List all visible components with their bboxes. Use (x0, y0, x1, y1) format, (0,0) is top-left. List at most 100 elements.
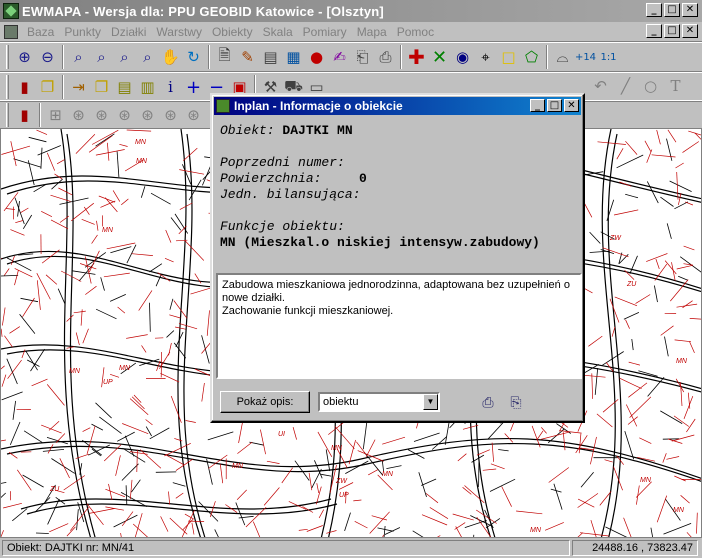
edit-icon[interactable]: ✍ (328, 46, 351, 69)
menu-dzialki[interactable]: Działki (106, 25, 151, 39)
menu-baza[interactable]: Baza (22, 25, 59, 39)
map-line (50, 219, 69, 230)
toolbar-grip[interactable] (6, 103, 9, 127)
maximize-button[interactable]: □ (664, 3, 680, 17)
map-line (344, 512, 351, 532)
map-line (266, 460, 280, 464)
print-preview-icon[interactable]: 🗎 (213, 46, 236, 69)
zoom-out-icon[interactable]: ⊖ (36, 46, 59, 69)
copy-icon[interactable]: ❐ (36, 76, 59, 99)
object-value: DAJTKI MN (282, 123, 353, 138)
colors-icon[interactable]: ● (305, 46, 328, 69)
functions-label: Funkcje obiektu: (220, 219, 345, 234)
description-textbox[interactable]: Zabudowa mieszkaniowa jednorodzinna, ada… (216, 273, 582, 379)
stamp-icon[interactable]: ⎗ (351, 46, 374, 69)
pan-hand-icon[interactable]: ✋ (159, 46, 182, 69)
description-line: Zachowanie funkcji mieszkaniowej. (222, 305, 394, 317)
add-point-icon[interactable]: ✚ (405, 45, 428, 69)
dialog-titlebar[interactable]: Inplan - Informacje o obiekcie _ □ ✕ (214, 97, 581, 115)
text-icon[interactable]: T (664, 75, 687, 98)
map-line (660, 325, 674, 336)
menu-skala[interactable]: Skala (258, 25, 298, 39)
export-icon[interactable]: ⇥ (67, 76, 90, 99)
map-line (3, 502, 22, 509)
image-icon[interactable]: ▦ (282, 46, 305, 69)
map-line (583, 201, 593, 218)
description-scope-select[interactable]: obiektu ▼ (318, 392, 440, 412)
map-line (95, 308, 117, 320)
draw-tool-3-icon: ⊛ (95, 106, 108, 124)
info-icon[interactable]: i (159, 76, 182, 99)
measure-icon[interactable]: ⌓ (551, 46, 574, 69)
map-line (183, 133, 206, 537)
zoom-magnify-icon[interactable]: ⌕ (136, 46, 159, 69)
menu-mapa[interactable]: Mapa (352, 25, 392, 39)
map-line (45, 274, 58, 285)
map-line (308, 472, 313, 491)
dialog-controls: Pokaż opis: obiektu ▼ ⎙ ⎘ (216, 385, 582, 419)
map-line (487, 420, 505, 440)
map-line (91, 234, 98, 244)
menu-warstwy[interactable]: Warstwy (151, 25, 207, 39)
line-icon[interactable]: ╱ (614, 75, 637, 98)
zoom-in-icon[interactable]: ⊕ (13, 46, 36, 69)
zoom-previous-icon[interactable]: ⌕ (90, 46, 113, 69)
map-line (175, 492, 184, 499)
toolbar-grip[interactable] (6, 45, 9, 69)
mdi-close-button[interactable]: ✕ (682, 24, 698, 38)
table-edit-icon[interactable]: ▥ (136, 76, 159, 99)
minimize-button[interactable]: _ (646, 3, 662, 17)
dialog-maximize-button[interactable]: □ (547, 99, 562, 112)
map-line (654, 285, 658, 303)
printer-icon[interactable]: ⎙ (374, 46, 397, 69)
print-settings-icon[interactable]: ⎘ (506, 392, 526, 412)
map-line (6, 358, 18, 385)
mdi-document-icon[interactable] (4, 24, 18, 39)
dialog-minimize-button[interactable]: _ (530, 99, 545, 112)
map-line (1, 391, 23, 401)
renumber-icon[interactable]: +14 (574, 46, 597, 69)
mdi-restore-button[interactable]: □ (664, 24, 680, 38)
map-line (140, 186, 146, 198)
brush-icon[interactable]: ✎ (236, 46, 259, 69)
menu-pomiary[interactable]: Pomiary (298, 25, 352, 39)
dialog-close-button[interactable]: ✕ (564, 99, 579, 112)
map-line (164, 257, 174, 263)
toolbar-grip[interactable] (6, 75, 9, 99)
plus-icon[interactable]: + (182, 76, 205, 99)
menu-punkty[interactable]: Punkty (59, 25, 106, 39)
menu-pomoc[interactable]: Pomoc (392, 25, 439, 39)
map-line (122, 423, 149, 435)
copy-layer-icon[interactable]: ❐ (90, 76, 113, 99)
map-line (28, 136, 47, 143)
rectangle-icon[interactable]: □ (497, 46, 520, 69)
refresh-icon[interactable]: ↻ (182, 46, 205, 69)
delete-icon[interactable]: ✕ (428, 46, 451, 69)
window-controls: _ □ ✕ (646, 3, 698, 17)
separator (62, 45, 64, 69)
undo-icon[interactable]: ↶ (589, 75, 612, 98)
circle-icon[interactable]: ○ (639, 75, 662, 98)
layer-select-icon[interactable]: ▤ (259, 46, 282, 69)
target-icon[interactable]: ⌖ (474, 46, 497, 69)
polygon-icon[interactable]: ⬠ (520, 46, 543, 69)
dialog-title: Inplan - Informacje o obiekcie (234, 99, 403, 113)
map-line (169, 314, 181, 319)
print-icon[interactable]: ⎙ (478, 392, 498, 412)
map-line (106, 242, 136, 250)
mdi-minimize-button[interactable]: _ (646, 24, 662, 38)
map-line (490, 463, 505, 470)
show-description-button[interactable]: Pokaż opis: (220, 391, 310, 413)
close-button[interactable]: ✕ (682, 3, 698, 17)
exit-icon[interactable]: ▮ (13, 104, 36, 127)
zoom-extent-icon[interactable]: ⌕ (113, 46, 136, 69)
dropdown-arrow-icon[interactable]: ▼ (423, 394, 438, 410)
scale-1-1-icon[interactable]: 1:1 (597, 46, 620, 69)
snap-icon[interactable]: ◉ (451, 46, 474, 69)
menu-obiekty[interactable]: Obiekty (207, 25, 258, 39)
map-line (57, 288, 66, 304)
zoom-window-icon[interactable]: ⌕ (67, 46, 90, 69)
door-icon[interactable]: ▮ (13, 76, 36, 99)
map-line (386, 465, 402, 469)
table-icon[interactable]: ▤ (113, 76, 136, 99)
